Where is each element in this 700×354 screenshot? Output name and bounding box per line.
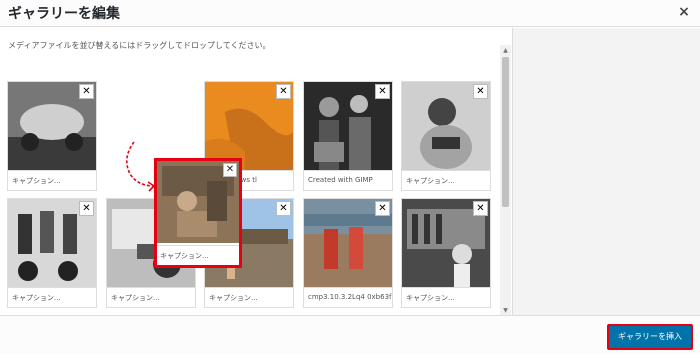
scrollbar[interactable]: ▲ ▼ [500, 45, 511, 317]
gallery-thumb[interactable]: キャプション... ✕ [401, 198, 491, 308]
caption[interactable]: キャプション... [8, 287, 96, 307]
caption[interactable]: キャプション... [8, 170, 96, 190]
remove-icon[interactable]: ✕ [473, 84, 488, 99]
modal-footer: ギャラリーを挿入 [0, 315, 700, 354]
dragging-thumb[interactable]: キャプション... ✕ [154, 158, 242, 268]
insert-gallery-button[interactable]: ギャラリーを挿入 [607, 324, 693, 350]
settings-sidebar [512, 28, 700, 315]
caption[interactable]: キャプション... [402, 170, 490, 190]
modal-title: ギャラリーを編集 [8, 6, 120, 22]
remove-icon[interactable]: ✕ [223, 163, 237, 177]
caption[interactable]: キャプション... [107, 287, 195, 307]
instructions-text: メディアファイルを並び替えるにはドラッグしてドロップしてください。 [8, 41, 271, 50]
remove-icon[interactable]: ✕ [276, 201, 291, 216]
gallery-thumb[interactable]: cmp3.10.3.2Lq4 0xb63f ✕ [303, 198, 393, 308]
scroll-down-icon[interactable]: ▼ [502, 307, 509, 315]
remove-icon[interactable]: ✕ [375, 84, 390, 99]
remove-icon[interactable]: ✕ [473, 201, 488, 216]
gallery-thumb[interactable]: キャプション... ✕ [401, 81, 491, 191]
caption[interactable]: キャプション... [402, 287, 490, 307]
remove-icon[interactable]: ✕ [276, 84, 291, 99]
scroll-thumb[interactable] [502, 57, 509, 207]
gallery-thumb[interactable]: Created with GIMP ✕ [303, 81, 393, 191]
edit-gallery-modal: ギャラリーを編集 × メディアファイルを並び替えるにはドラッグしてドロップしてく… [0, 0, 700, 354]
caption[interactable]: cmp3.10.3.2Lq4 0xb63f [304, 287, 392, 307]
remove-icon[interactable]: ✕ [375, 201, 390, 216]
gallery-thumb[interactable]: キャプション... ✕ [7, 198, 97, 308]
scroll-up-icon[interactable]: ▲ [502, 47, 509, 55]
gallery-content: メディアファイルを並び替えるにはドラッグしてドロップしてください。 キャプション… [0, 28, 512, 315]
remove-icon[interactable]: ✕ [79, 201, 94, 216]
gallery-thumb[interactable]: キャプション... ✕ [7, 81, 97, 191]
modal-header: ギャラリーを編集 × [0, 0, 700, 27]
caption[interactable]: キャプション... [157, 245, 239, 265]
close-icon[interactable]: × [676, 4, 692, 20]
caption[interactable]: キャプション... [205, 287, 293, 307]
remove-icon[interactable]: ✕ [79, 84, 94, 99]
caption[interactable]: Created with GIMP [304, 170, 392, 190]
